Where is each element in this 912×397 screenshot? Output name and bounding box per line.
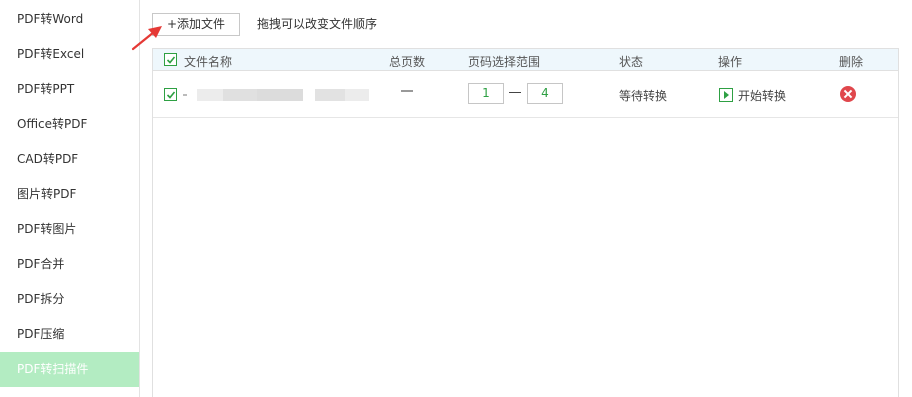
sidebar-item-label: 图片转PDF [17, 187, 77, 201]
file-table: 文件名称 总页数 页码选择范围 状态 操作 删除 1 4 等待转换 开始转换 [152, 48, 899, 397]
sidebar-item-pdf-split[interactable]: PDF拆分 [0, 282, 139, 317]
header-status: 状态 [619, 55, 644, 69]
sidebar-item-pdf-to-word[interactable]: PDF转Word [0, 2, 139, 37]
sidebar: PDF转Word PDF转Excel PDF转PPT Office转PDF CA… [0, 0, 140, 397]
table-header: 文件名称 总页数 页码选择范围 状态 操作 删除 [153, 49, 898, 71]
row-checkbox[interactable] [164, 88, 177, 101]
sidebar-item-label: PDF合并 [17, 257, 65, 271]
pdf-converter-app: PDF转Word PDF转Excel PDF转PPT Office转PDF CA… [0, 0, 912, 397]
sidebar-item-pdf-to-scan[interactable]: PDF转扫描件 [0, 352, 139, 387]
header-delete: 删除 [839, 55, 864, 69]
sidebar-item-label: Office转PDF [17, 117, 88, 131]
start-convert-label: 开始转换 [738, 89, 787, 103]
sidebar-item-cad-to-pdf[interactable]: CAD转PDF [0, 142, 139, 177]
sidebar-item-label: PDF拆分 [17, 292, 65, 306]
header-action: 操作 [718, 55, 743, 69]
drag-order-hint: 拖拽可以改变文件顺序 [257, 17, 378, 31]
sidebar-item-image-to-pdf[interactable]: 图片转PDF [0, 177, 139, 212]
sidebar-item-label: PDF转Excel [17, 47, 85, 61]
sidebar-item-pdf-to-image[interactable]: PDF转图片 [0, 212, 139, 247]
sidebar-item-office-to-pdf[interactable]: Office转PDF [0, 107, 139, 142]
page-to-input[interactable]: 4 [527, 83, 563, 104]
sidebar-item-label: CAD转PDF [17, 152, 79, 166]
sidebar-item-pdf-merge[interactable]: PDF合并 [0, 247, 139, 282]
check-icon [166, 56, 176, 64]
sidebar-item-label: PDF转Word [17, 12, 84, 26]
delete-icon[interactable] [840, 86, 856, 102]
sidebar-item-pdf-to-ppt[interactable]: PDF转PPT [0, 72, 139, 107]
header-file-name: 文件名称 [184, 55, 233, 69]
sidebar-item-label: PDF转图片 [17, 222, 77, 236]
select-all-checkbox[interactable] [164, 53, 177, 66]
sidebar-item-pdf-to-excel[interactable]: PDF转Excel [0, 37, 139, 72]
page-from-input[interactable]: 1 [468, 83, 504, 104]
header-total-pages: 总页数 [389, 55, 426, 69]
play-icon [719, 88, 733, 102]
sidebar-item-label: PDF转PPT [17, 82, 75, 96]
table-row: 1 4 等待转换 开始转换 [153, 71, 898, 118]
sidebar-item-label: PDF转扫描件 [17, 362, 89, 376]
sidebar-item-pdf-compress[interactable]: PDF压缩 [0, 317, 139, 352]
range-dash [509, 92, 521, 93]
sidebar-item-label: PDF压缩 [17, 327, 65, 341]
check-icon [166, 91, 176, 99]
row-status: 等待转换 [619, 89, 668, 103]
header-page-range: 页码选择范围 [468, 55, 541, 69]
blurred-file-name [183, 89, 413, 101]
